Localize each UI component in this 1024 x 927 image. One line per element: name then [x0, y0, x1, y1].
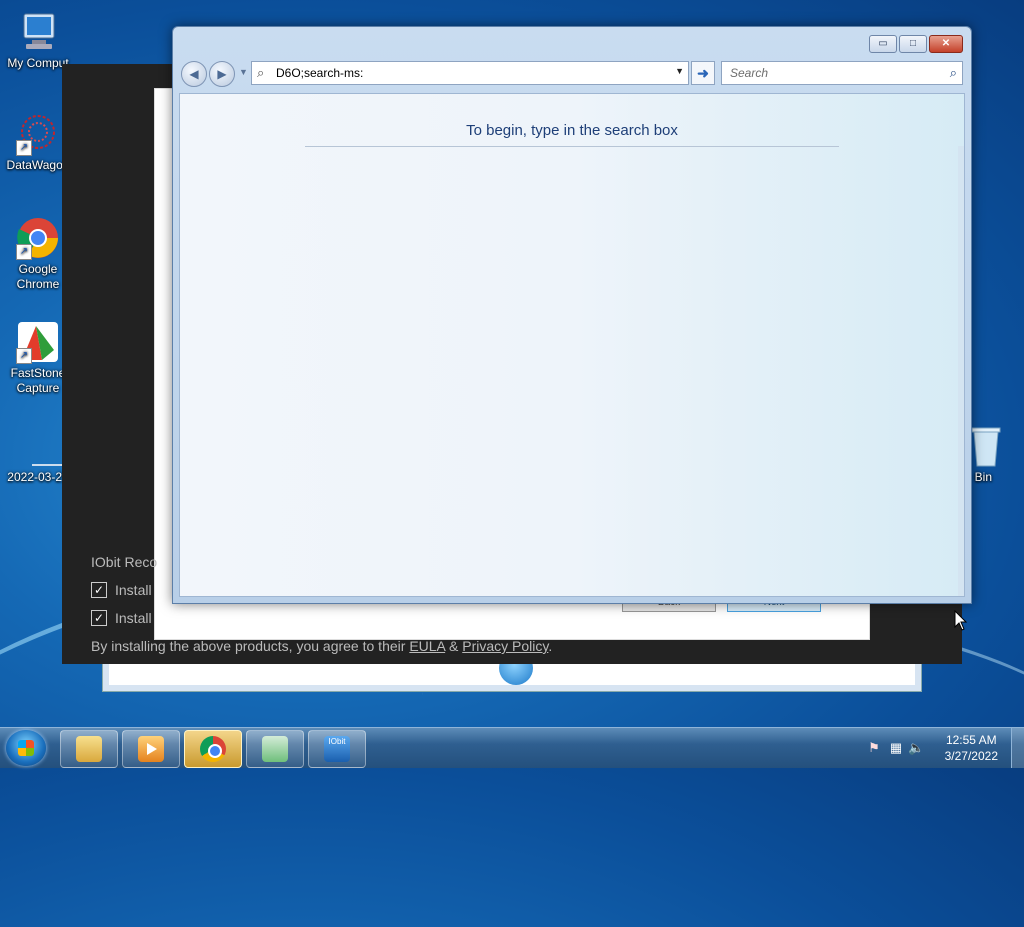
search-box[interactable]: Search ⌕	[721, 61, 963, 85]
install-option-checkbox-2[interactable]: ✓	[91, 610, 107, 626]
address-dropdown-icon[interactable]: ▼	[675, 66, 684, 76]
image-file-icon	[16, 440, 76, 468]
volume-icon[interactable]: 🔈	[908, 740, 924, 755]
system-tray: ⚑ ▦ 🔈 12:55 AM 3/27/2022	[854, 728, 1024, 768]
faststone-icon: ↗	[16, 320, 60, 364]
go-button[interactable]: ➜	[691, 61, 715, 85]
installer-icon	[262, 736, 288, 762]
chrome-icon: ↗	[16, 216, 60, 260]
start-button[interactable]	[6, 730, 46, 766]
mouse-cursor-icon	[954, 610, 968, 631]
install-option-label-1: Install	[115, 582, 152, 598]
desktop-icon-label: My Comput	[7, 56, 69, 70]
taskbar-iobit[interactable]: IObit	[308, 730, 366, 768]
agreement-text: By installing the above products, you ag…	[91, 638, 552, 654]
taskbar: IObit ⚑ ▦ 🔈 12:55 AM 3/27/2022	[0, 727, 1024, 768]
search-location-icon: ⌕	[257, 65, 265, 80]
clock-date: 3/27/2022	[944, 749, 998, 763]
taskbar-installer[interactable]	[246, 730, 304, 768]
search-icon[interactable]: ⌕	[950, 65, 957, 81]
address-bar[interactable]: ⌕ D6O;search-ms: ▼	[251, 61, 689, 85]
eula-link[interactable]: EULA	[409, 638, 445, 654]
install-option-checkbox-1[interactable]: ✓	[91, 582, 107, 598]
iobit-icon: IObit	[324, 736, 350, 762]
divider	[305, 146, 839, 147]
desktop-icon-label: FastStone Capture	[10, 366, 66, 395]
install-option-label-2: Install	[115, 610, 152, 626]
network-icon[interactable]: ▦	[888, 740, 904, 755]
windows-logo-icon	[18, 740, 34, 756]
navigation-bar: ◀ ▶ ▼ ⌕ D6O;search-ms: ▼ ➜ Search ⌕	[181, 61, 963, 87]
privacy-policy-link[interactable]: Privacy Policy	[462, 638, 548, 654]
desktop-icon-label: DataWagon	[6, 158, 70, 172]
media-player-icon	[138, 736, 164, 762]
recent-pages-dropdown-icon[interactable]: ▼	[239, 67, 248, 77]
maximize-button[interactable]: □	[899, 35, 927, 53]
chrome-icon	[200, 736, 226, 762]
close-button[interactable]: ✕	[929, 35, 963, 53]
desktop-icon-my-computer[interactable]: My Comput	[0, 10, 76, 71]
installer-title: IObit Reco	[91, 554, 158, 570]
taskbar-chrome[interactable]	[184, 730, 242, 768]
taskbar-explorer[interactable]	[60, 730, 118, 768]
computer-icon	[16, 10, 60, 54]
agreement-prefix: By installing the above products, you ag…	[91, 638, 410, 654]
empty-search-message: To begin, type in the search box	[466, 122, 678, 139]
address-input[interactable]: D6O;search-ms:	[276, 66, 363, 80]
shortcut-arrow-icon: ↗	[16, 140, 32, 156]
agreement-period: .	[548, 638, 553, 654]
clock[interactable]: 12:55 AM 3/27/2022	[945, 732, 998, 764]
iobit-icon-label: IObit	[328, 737, 346, 746]
caption-buttons: ▭ □ ✕	[867, 35, 963, 53]
desktop-icon-label: 2022-03-27	[7, 470, 69, 484]
datawagon-icon: ↗	[16, 112, 60, 156]
back-nav-button[interactable]: ◀	[181, 61, 207, 87]
search-window: ▭ □ ✕ ◀ ▶ ▼ ⌕ D6O;search-ms: ▼ ➜ Search …	[172, 26, 972, 604]
show-desktop-button[interactable]	[1011, 728, 1024, 768]
search-input[interactable]: Search	[730, 66, 768, 80]
scrollbar[interactable]	[958, 146, 964, 596]
desktop-icon-label: Google Chrome	[16, 262, 60, 291]
shortcut-arrow-icon: ↗	[16, 348, 32, 364]
forward-nav-button[interactable]: ▶	[209, 61, 235, 87]
clock-time: 12:55 AM	[945, 733, 997, 747]
recycle-bin-icon	[968, 424, 1012, 468]
agreement-amp: &	[445, 638, 463, 654]
minimize-button[interactable]: ▭	[869, 35, 897, 53]
folder-icon	[76, 736, 102, 762]
action-center-flag-icon[interactable]: ⚑	[866, 740, 882, 755]
shortcut-arrow-icon: ↗	[16, 244, 32, 260]
results-pane: To begin, type in the search box	[179, 93, 965, 597]
taskbar-media-player[interactable]	[122, 730, 180, 768]
